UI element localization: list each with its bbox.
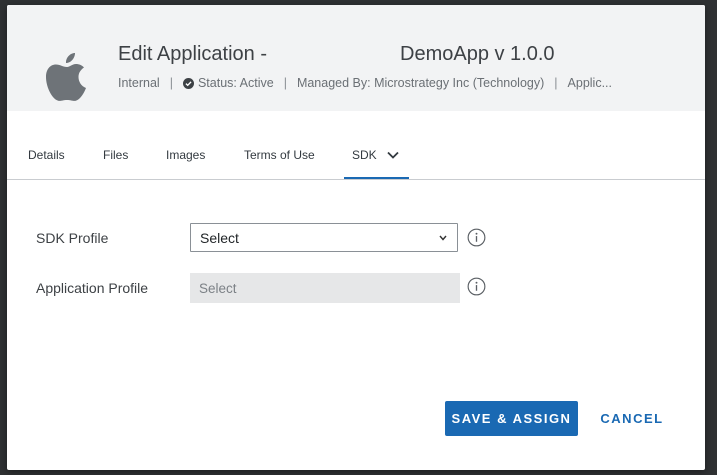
meta-overflow-label: Applic...	[567, 76, 612, 90]
tab-sdk[interactable]: SDK	[352, 148, 399, 162]
sdk-profile-value: Select	[200, 229, 239, 246]
cancel-button[interactable]: CANCEL	[592, 401, 672, 436]
save-and-assign-button[interactable]: SAVE & ASSIGN	[445, 401, 578, 436]
tab-images[interactable]: Images	[166, 148, 205, 162]
managed-by-label: Managed By: Microstrategy Inc (Technolog…	[296, 76, 545, 90]
caret-down-icon	[439, 235, 447, 241]
app-name: DemoApp v 1.0.0	[400, 43, 555, 65]
apple-icon	[46, 53, 86, 101]
visibility-label: Internal	[118, 76, 160, 90]
application-profile-label: Application Profile	[36, 280, 149, 296]
edit-application-dialog: Edit Application - DemoApp v 1.0.0 Inter…	[7, 5, 705, 470]
tab-details[interactable]: Details	[28, 148, 65, 162]
tab-files[interactable]: Files	[103, 148, 128, 162]
meta-separator: |	[554, 76, 558, 90]
sdk-profile-label: SDK Profile	[36, 230, 109, 246]
sdk-profile-select[interactable]: Select	[190, 223, 458, 252]
application-profile-select: Select	[190, 273, 460, 303]
app-meta: Internal | Status: Active | Managed By: …	[118, 76, 612, 90]
tab-sdk-label: SDK	[352, 148, 377, 162]
meta-separator: |	[283, 76, 287, 90]
application-profile-placeholder: Select	[199, 280, 237, 296]
tab-bar: Details Files Images Terms of Use SDK	[7, 111, 705, 180]
status-label: Status: Active	[197, 76, 274, 90]
check-circle-icon	[182, 77, 194, 89]
info-icon[interactable]	[467, 228, 486, 247]
tab-terms-of-use[interactable]: Terms of Use	[244, 148, 315, 162]
meta-separator: |	[169, 76, 173, 90]
dialog-header: Edit Application - DemoApp v 1.0.0 Inter…	[7, 5, 705, 111]
dialog-title: Edit Application -	[118, 43, 267, 65]
chevron-down-icon	[387, 151, 399, 159]
info-icon[interactable]	[467, 277, 486, 296]
tab-divider	[7, 179, 705, 180]
